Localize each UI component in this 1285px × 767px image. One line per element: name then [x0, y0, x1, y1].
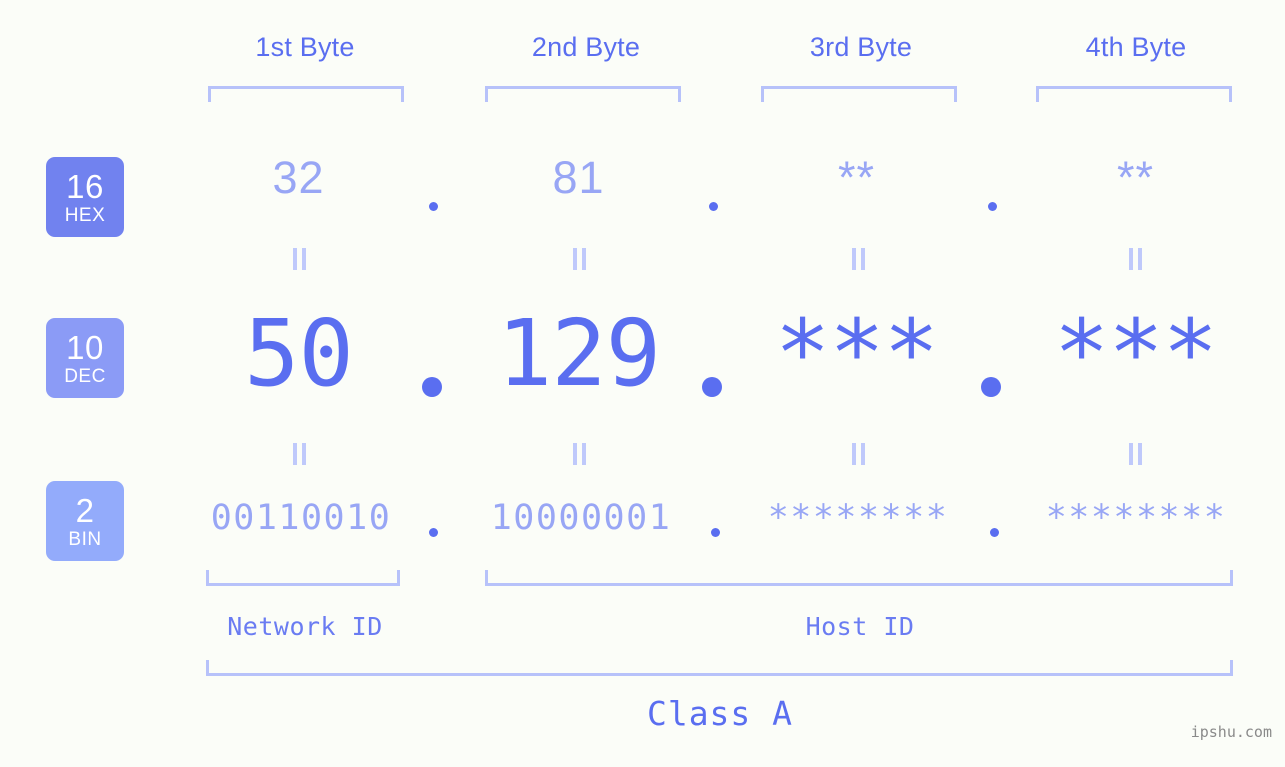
host-id-label: Host ID [805, 612, 915, 641]
bin-byte-4-value: ******** [1045, 498, 1227, 538]
hex-byte-2-value: 81 [552, 152, 605, 203]
equals-mark-hex-dec-1 [292, 248, 308, 270]
bin-separator-dot-1 [429, 528, 438, 537]
dec-separator-dot-3 [981, 377, 1001, 397]
host-id-bracket [485, 570, 1233, 586]
bin-byte-1-value: 00110010 [210, 498, 392, 538]
equals-mark-hex-dec-4 [1128, 248, 1144, 270]
byte-header-2: 2nd Byte [531, 32, 641, 62]
hex-byte-3-value: ** [837, 152, 876, 203]
bin-byte-3-value: ******** [767, 498, 949, 538]
equals-mark-dec-bin-1 [292, 443, 308, 465]
class-label: Class A [646, 694, 794, 733]
dec-byte-1-value: 50 [244, 300, 354, 407]
hex-separator-dot-1 [429, 202, 438, 211]
equals-mark-dec-bin-4 [1128, 443, 1144, 465]
dec-byte-2-value: 129 [496, 300, 661, 407]
network-id-bracket [206, 570, 400, 586]
dec-byte-3-value: *** [774, 300, 939, 407]
byte-bracket-3 [761, 86, 957, 102]
ip-address-breakdown-diagram: 1st Byte 2nd Byte 3rd Byte 4th Byte 16 H… [0, 0, 1285, 767]
hex-separator-dot-2 [709, 202, 718, 211]
hex-separator-dot-3 [988, 202, 997, 211]
class-bracket [206, 660, 1233, 676]
bin-byte-2-value: 10000001 [490, 498, 672, 538]
equals-mark-dec-bin-3 [851, 443, 867, 465]
byte-bracket-4 [1036, 86, 1232, 102]
hex-row: 32 81 ** ** [0, 152, 1285, 222]
byte-header-3: 3rd Byte [809, 32, 913, 62]
byte-bracket-1 [208, 86, 404, 102]
watermark: ipshu.com [1190, 723, 1272, 741]
dec-separator-dot-1 [422, 377, 442, 397]
hex-byte-4-value: ** [1116, 152, 1155, 203]
dec-byte-4-value: *** [1053, 300, 1218, 407]
equals-mark-hex-dec-3 [851, 248, 867, 270]
hex-byte-1-value: 32 [272, 152, 325, 203]
equals-mark-dec-bin-2 [572, 443, 588, 465]
network-id-label: Network ID [227, 612, 383, 641]
dec-row: 50 129 *** *** [0, 300, 1285, 420]
byte-header-1: 1st Byte [255, 32, 355, 62]
bin-row: 00110010 10000001 ******** ******** [0, 498, 1285, 558]
bin-separator-dot-2 [711, 528, 720, 537]
byte-bracket-2 [485, 86, 681, 102]
bin-separator-dot-3 [990, 528, 999, 537]
equals-mark-hex-dec-2 [572, 248, 588, 270]
dec-separator-dot-2 [702, 377, 722, 397]
byte-header-4: 4th Byte [1085, 32, 1187, 62]
